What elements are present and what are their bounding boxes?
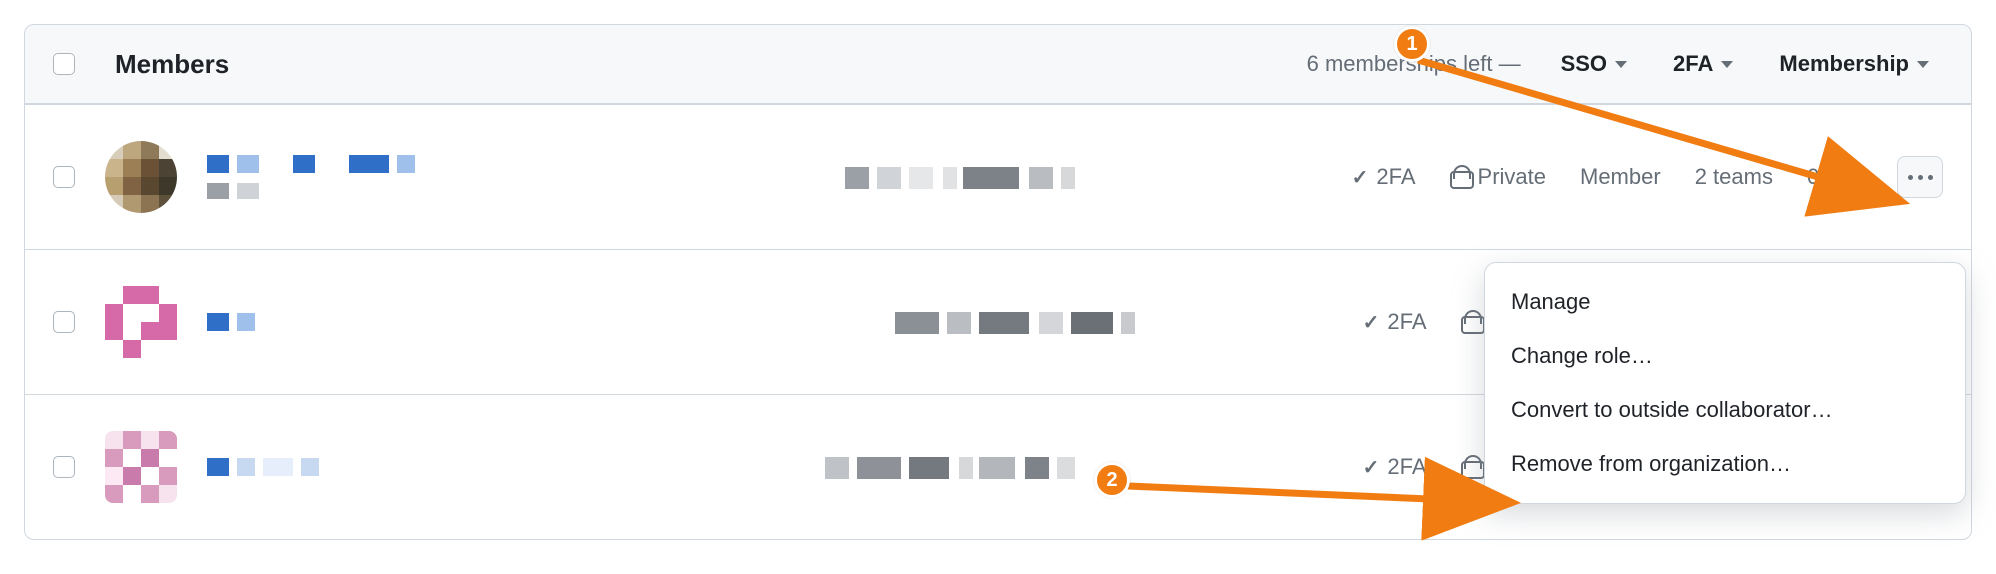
check-icon: ✓ [1352, 165, 1369, 190]
member-name[interactable] [207, 313, 467, 331]
row-checkbox[interactable] [53, 311, 75, 333]
members-title: Members [115, 49, 229, 80]
annotation-arrow-2 [1120, 472, 1540, 522]
menu-remove-from-org[interactable]: Remove from organization… [1485, 437, 1965, 491]
row-checkbox[interactable] [53, 456, 75, 478]
select-all-checkbox[interactable] [53, 53, 75, 75]
avatar[interactable] [105, 431, 177, 503]
annotation-arrow-1 [1410, 50, 1930, 220]
lock-icon [1461, 310, 1481, 334]
menu-change-role[interactable]: Change role… [1485, 329, 1965, 383]
annotation-badge-2: 2 [1094, 462, 1130, 498]
row-actions-menu: Manage Change role… Convert to outside c… [1484, 262, 1966, 504]
row-checkbox[interactable] [53, 166, 75, 188]
member-name[interactable] [207, 458, 467, 476]
avatar[interactable] [105, 141, 177, 213]
annotation-badge-1: 1 [1394, 26, 1430, 62]
check-icon: ✓ [1363, 310, 1380, 335]
member-name[interactable] [207, 155, 467, 199]
menu-convert-outside[interactable]: Convert to outside collaborator… [1485, 383, 1965, 437]
twofa-badge: ✓ 2FA [1352, 164, 1416, 190]
twofa-badge: ✓ 2FA [1363, 309, 1427, 335]
menu-manage[interactable]: Manage [1485, 275, 1965, 329]
avatar[interactable] [105, 286, 177, 358]
